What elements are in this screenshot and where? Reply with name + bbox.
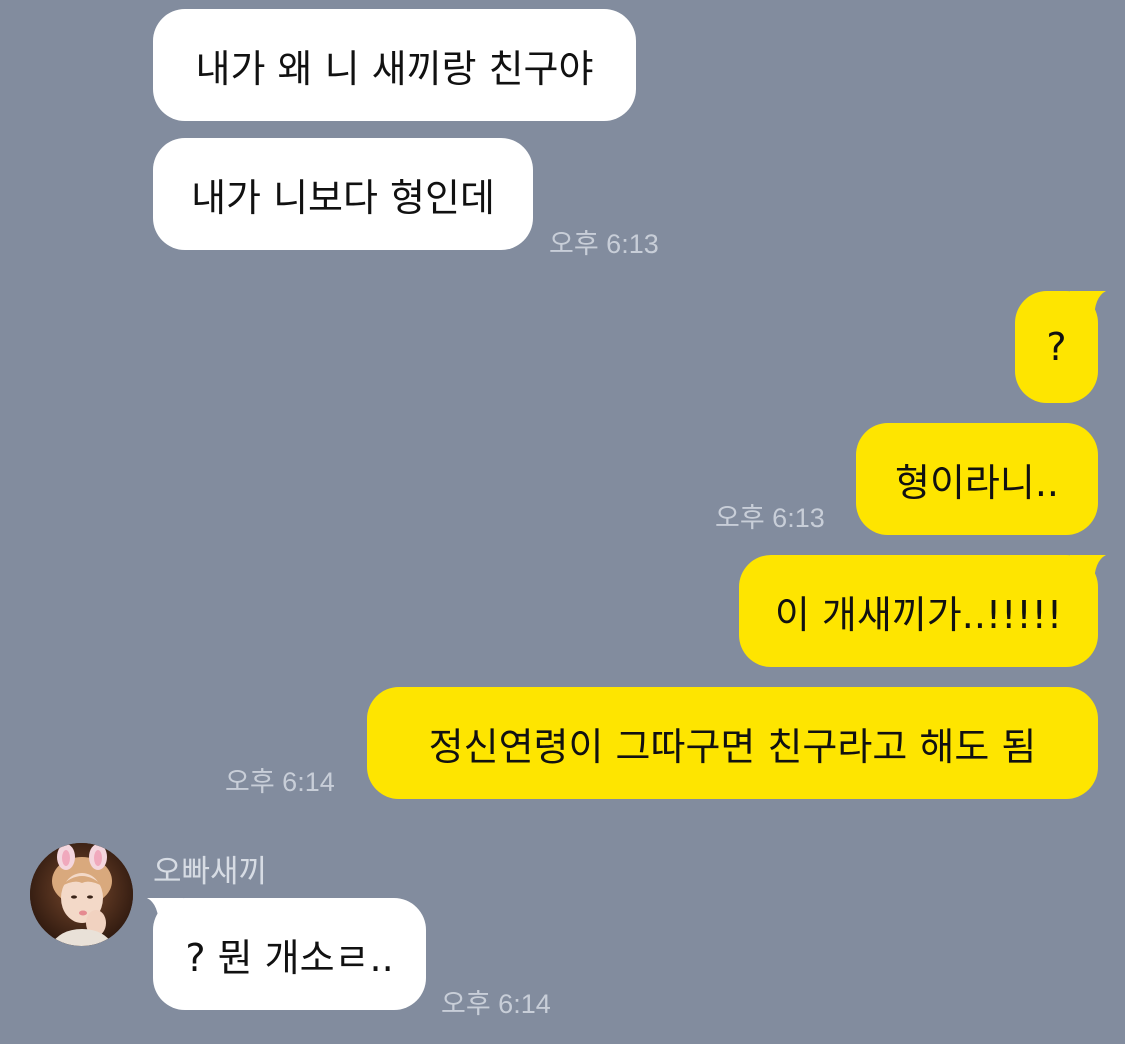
message-timestamp: 오후 6:13 (715, 503, 825, 533)
outgoing-message-bubble[interactable]: 형이라니.. (856, 423, 1098, 535)
outgoing-message-bubble[interactable]: 정신연령이 그따구면 친구라고 해도 됨 (367, 687, 1098, 799)
message-text: 형이라니.. (895, 460, 1059, 505)
message-text: ? 뭔 개소ㄹ.. (185, 935, 394, 980)
chat-screen: { "messages": [ {"from":"other","text":"… (0, 0, 1125, 1044)
message-timestamp: 오후 6:14 (225, 767, 335, 797)
message-timestamp: 오후 6:14 (441, 989, 551, 1019)
incoming-message-bubble[interactable]: 내가 왜 니 새끼랑 친구야 (153, 9, 636, 121)
outgoing-message-bubble[interactable]: 이 개새끼가..!!!!! (739, 555, 1098, 667)
outgoing-bubble-tail (1070, 555, 1106, 585)
incoming-message-bubble[interactable]: 내가 니보다 형인데 (153, 138, 533, 250)
profile-photo-icon (30, 843, 133, 946)
message-text: 정신연령이 그따구면 친구라고 해도 됨 (428, 724, 1037, 769)
message-text: 내가 왜 니 새끼랑 친구야 (195, 46, 594, 91)
sender-avatar[interactable] (30, 843, 133, 946)
message-text: 이 개새끼가..!!!!! (774, 592, 1063, 637)
incoming-message-bubble[interactable]: ? 뭔 개소ㄹ.. (153, 898, 426, 1010)
message-timestamp: 오후 6:13 (549, 229, 659, 259)
sender-name: 오빠새끼 (153, 854, 268, 890)
outgoing-bubble-tail (1070, 291, 1106, 321)
message-text: ? (1046, 325, 1067, 369)
message-text: 내가 니보다 형인데 (191, 175, 495, 220)
